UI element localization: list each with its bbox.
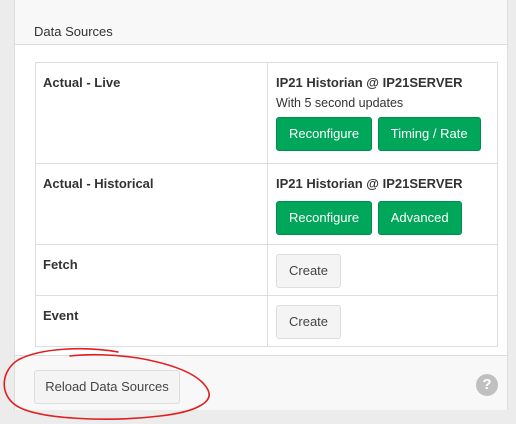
table-row-fetch: Fetch Create — [35, 244, 498, 296]
create-fetch-button[interactable]: Create — [276, 254, 342, 288]
table-row-actual-live: Actual - Live IP21 Historian @ IP21SERVE… — [35, 62, 498, 164]
create-event-button[interactable]: Create — [276, 305, 342, 339]
panel-title: Data Sources — [34, 24, 113, 39]
timing-rate-button[interactable]: Timing / Rate — [377, 117, 481, 151]
button-group: Reconfigure Advanced — [276, 201, 497, 235]
page-background: Data Sources Actual - Live IP21 Historia… — [0, 0, 516, 424]
table-row-actual-historical: Actual - Historical IP21 Historian @ IP2… — [35, 163, 498, 245]
data-sources-table: Actual - Live IP21 Historian @ IP21SERVE… — [35, 62, 498, 347]
row-value: IP21 Historian @ IP21SERVER Reconfigure … — [267, 163, 498, 245]
table-row-event: Event Create — [35, 295, 498, 347]
panel-footer: Reload Data Sources ? — [15, 355, 507, 410]
row-label: Event — [35, 295, 268, 347]
advanced-button[interactable]: Advanced — [377, 201, 462, 235]
reload-data-sources-button[interactable]: Reload Data Sources — [34, 370, 180, 404]
row-label: Actual - Live — [35, 62, 268, 164]
question-circle-icon[interactable]: ? — [476, 374, 498, 396]
data-sources-panel: Data Sources Actual - Live IP21 Historia… — [14, 0, 508, 410]
row-value: Create — [267, 244, 498, 296]
source-name: IP21 Historian @ IP21SERVER — [276, 75, 463, 90]
source-name: IP21 Historian @ IP21SERVER — [276, 176, 463, 191]
reconfigure-live-button[interactable]: Reconfigure — [276, 117, 373, 151]
source-subtitle: With 5 second updates — [276, 96, 404, 110]
row-label: Actual - Historical — [35, 163, 268, 245]
button-group: Reconfigure Timing / Rate — [276, 117, 497, 151]
row-value: IP21 Historian @ IP21SERVER With 5 secon… — [267, 62, 498, 164]
reconfigure-historical-button[interactable]: Reconfigure — [276, 201, 373, 235]
panel-heading: Data Sources — [15, 0, 507, 45]
row-label: Fetch — [35, 244, 268, 296]
row-value: Create — [267, 295, 498, 347]
